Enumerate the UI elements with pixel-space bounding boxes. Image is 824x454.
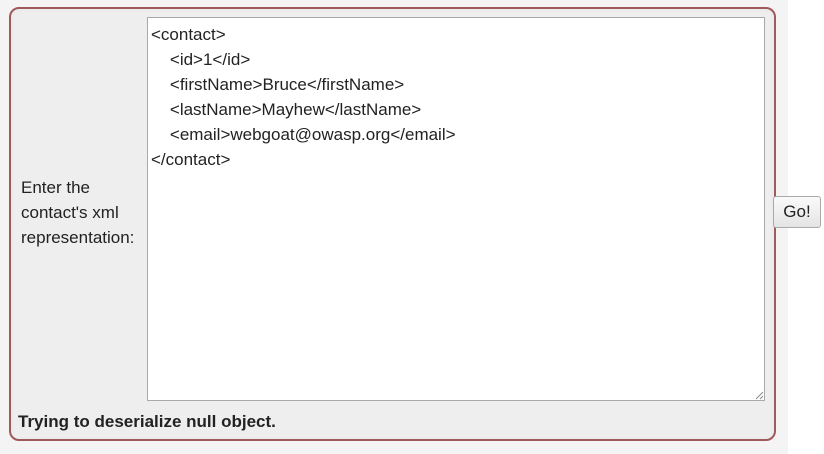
status-message: Trying to deserialize null object. bbox=[18, 412, 276, 431]
resize-grip-icon[interactable] bbox=[755, 391, 764, 400]
xml-textarea[interactable]: <contact> <id>1</id> <firstName>Bruce</f… bbox=[147, 17, 765, 401]
xml-field-label: Enter the contact's xml representation: bbox=[21, 178, 135, 247]
go-button[interactable]: Go! bbox=[773, 196, 821, 228]
